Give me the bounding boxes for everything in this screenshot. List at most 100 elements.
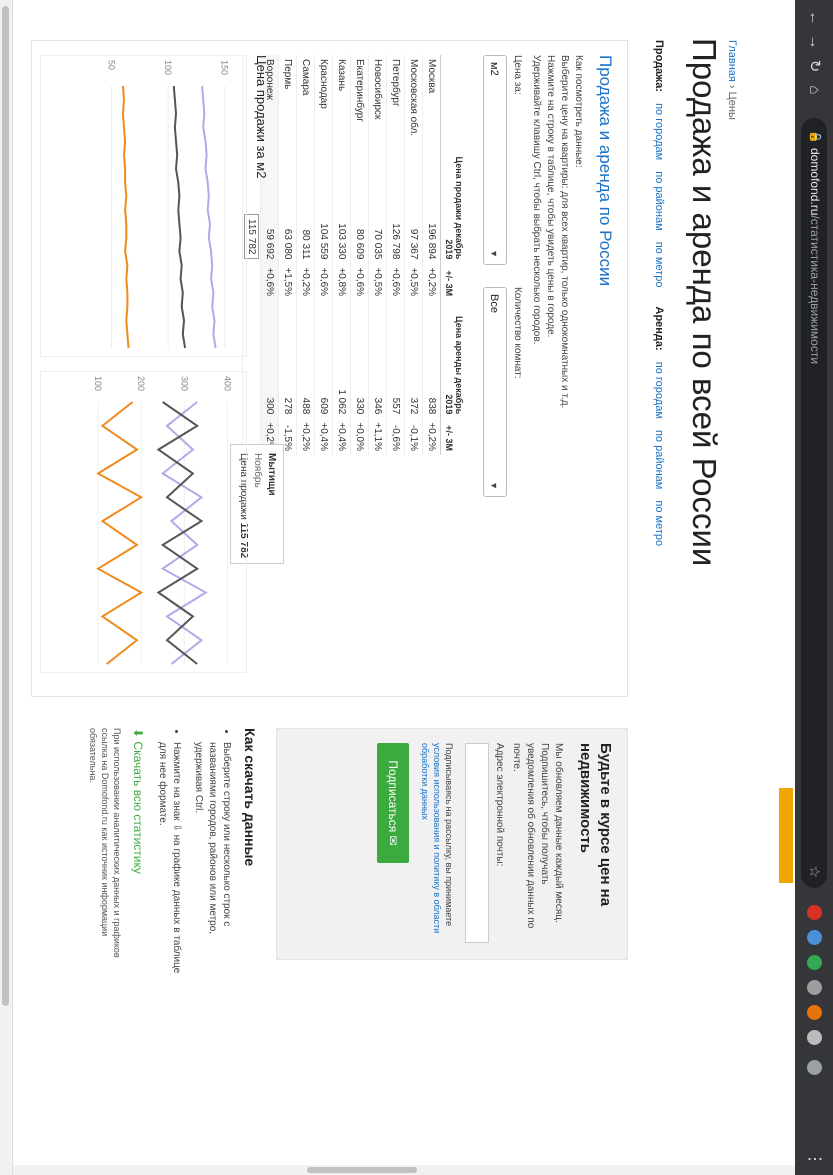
- download-icon: ⬇: [131, 728, 145, 739]
- vertical-scrollbar-thumb[interactable]: [2, 6, 9, 1006]
- table-cell-sale: 97 367: [404, 140, 423, 264]
- y-tick-label: 100: [163, 60, 173, 75]
- browser-menu-icon[interactable]: ⋮: [805, 1151, 825, 1167]
- desc-line: Нажмите на строку в таблице, чтобы увиде…: [545, 55, 556, 338]
- table-cell-sale: 80 311: [296, 140, 315, 264]
- profile-avatar[interactable]: [807, 1060, 822, 1075]
- desc-line: Как посмотреть данные:: [573, 55, 584, 168]
- email-field[interactable]: [465, 743, 489, 943]
- subscribe-button[interactable]: Подписаться ✉: [377, 743, 409, 863]
- extension-icon[interactable]: [807, 955, 822, 970]
- series-line-2: [121, 85, 130, 349]
- desc-line: Выберите цену на квартиры: для всех квар…: [559, 55, 570, 409]
- table-row[interactable]: Новосибирск 70 035 +0,5% 346 +1,1%: [368, 55, 387, 455]
- table-cell-sale-chg: +0,5%: [404, 263, 423, 301]
- download-title: Как скачать данные: [242, 728, 258, 867]
- table-row[interactable]: Екатеринбург 80 609 +0,6% 330 +0,0%: [350, 55, 369, 455]
- table-row[interactable]: Москва 196 894 +0,2% 838 +0,2%: [422, 55, 441, 455]
- table-cell-city: Петербург: [386, 55, 405, 141]
- table-cell-sale: 103 330: [332, 140, 351, 264]
- address-bar[interactable]: 🔒 domofond.ru/статистика-недвижимости ☆: [801, 118, 827, 888]
- table-row[interactable]: Петербург 126 798 +0,6% 557 -0,6%: [386, 55, 405, 455]
- back-icon[interactable]: ←: [804, 8, 824, 28]
- lock-icon: 🔒: [809, 130, 821, 144]
- table-row[interactable]: Московская обл. 97 367 +0,5% 372 -0,1%: [404, 55, 423, 455]
- table-cell-sale-chg: +0,6%: [386, 263, 405, 301]
- browser-window: ← → ↻ ⌂ 🔒 domofond.ru/статистика-недвижи…: [0, 0, 833, 1175]
- extension-icon[interactable]: [807, 980, 822, 995]
- reload-icon[interactable]: ↻: [804, 56, 824, 76]
- table-cell-sale: 104 559: [314, 140, 333, 264]
- table-cell-sale-chg: +0,8%: [332, 263, 351, 301]
- table-header-row: Цена продажи декабрь 2019 +/- 3М Цена ар…: [440, 55, 467, 455]
- subnav-sale-label: Продажа:: [653, 40, 665, 93]
- table-cell-city: Новосибирск: [368, 55, 387, 141]
- subscribe-panel: Будьте в курсе цен на недвижимость Мы об…: [276, 728, 628, 960]
- sale-price-chart[interactable]: 150 100 50: [40, 55, 247, 357]
- terms-link[interactable]: условия использования и политику в облас…: [420, 743, 442, 933]
- subnav-sale-cities-link[interactable]: по городам: [653, 103, 665, 160]
- rooms-select[interactable]: Все ▼: [483, 287, 507, 497]
- list-item: Нажмите на знак ⇩ на графике данных в та…: [155, 742, 183, 977]
- subscribe-title: Будьте в курсе цен на недвижимость: [577, 743, 614, 907]
- table-row[interactable]: Пермь 63 080 +1,5% 278 -1,5%: [278, 55, 297, 455]
- y-tick-label: 50: [107, 60, 117, 70]
- price-per-value: м2: [488, 62, 500, 76]
- rooms-label: Количество комнат:: [512, 287, 523, 379]
- tooltip-period: Ноябрь: [252, 453, 263, 488]
- subnav-sale-districts-link[interactable]: по районам: [653, 171, 665, 230]
- table-cell-city: Москва: [422, 55, 441, 141]
- table-row[interactable]: Казань 103 330 +0,8% 1 062 +0,4%: [332, 55, 351, 455]
- col-header-rent-change[interactable]: +/- 3М: [440, 418, 467, 455]
- y-tick-label: 100: [93, 376, 103, 391]
- y-tick-label: 300: [179, 376, 189, 391]
- price-per-label: Цена за:: [512, 55, 523, 95]
- forward-icon[interactable]: →: [804, 32, 824, 52]
- stats-card: Продажа и аренда по России Как посмотрет…: [31, 40, 628, 697]
- col-header-rent[interactable]: Цена аренды декабрь 2019: [440, 300, 467, 419]
- vertical-scrollbar[interactable]: [0, 0, 13, 1175]
- breadcrumb: Главная › Цены: [726, 40, 738, 120]
- table-cell-city: Московская обл.: [404, 55, 423, 141]
- subnav-rent-label: Аренда:: [653, 306, 665, 351]
- extension-icon[interactable]: [807, 905, 822, 920]
- table-cell-rent: 330: [350, 300, 369, 419]
- col-header-sale-change[interactable]: +/- 3М: [440, 263, 467, 301]
- card-title: Продажа и аренда по России: [596, 55, 615, 287]
- table-cell-rent-chg: +0,4%: [332, 418, 351, 455]
- rent-price-chart[interactable]: 400 300 200 100: [40, 371, 247, 673]
- table-cell-rent-chg: -0,6%: [386, 418, 405, 455]
- email-label: Адрес электронной почты:: [494, 743, 505, 867]
- table-cell-sale: 70 035: [368, 140, 387, 264]
- subnav-rent-cities-link[interactable]: по городам: [653, 362, 665, 419]
- price-table: Цена продажи декабрь 2019 +/- 3М Цена ар…: [242, 55, 467, 455]
- notification-strip: [779, 788, 793, 883]
- browser-toolbar: ← → ↻ ⌂ 🔒 domofond.ru/статистика-недвижи…: [795, 0, 833, 1175]
- address-url: domofond.ru/статистика-недвижимости: [808, 148, 822, 365]
- subnav: Продажа: по городам по районам по метро …: [653, 40, 665, 554]
- bookmark-star-icon[interactable]: ☆: [806, 865, 823, 878]
- breadcrumb-separator: ›: [726, 81, 738, 92]
- table-row[interactable]: Самара 80 311 +0,2% 488 +0,2%: [296, 55, 315, 455]
- subscribe-text: Мы обновляем данные каждый месяц. Подпиш…: [511, 743, 564, 929]
- extension-icon[interactable]: [807, 930, 822, 945]
- extension-icon[interactable]: [807, 1030, 822, 1045]
- page-title: Продажа и аренда по всей России: [686, 38, 723, 567]
- col-header-sale[interactable]: Цена продажи декабрь 2019: [440, 140, 467, 264]
- subnav-rent-metro-link[interactable]: по метро: [653, 500, 665, 546]
- table-row[interactable]: Краснодар 104 559 +0,6% 609 +0,4%: [314, 55, 333, 455]
- table-cell-rent-chg: -0,1%: [404, 418, 423, 455]
- page-scrollbar-thumb[interactable]: [307, 1167, 417, 1173]
- download-all-link[interactable]: ⬇ Скачать всю статистику: [131, 728, 145, 874]
- extension-icon[interactable]: [807, 1005, 822, 1020]
- home-icon[interactable]: ⌂: [804, 80, 824, 100]
- table-cell-rent: 300: [260, 300, 279, 419]
- table-cell-rent-chg: +0,2%: [422, 418, 441, 455]
- series-line-2: [96, 401, 144, 665]
- chevron-down-icon: ▼: [489, 481, 499, 490]
- breadcrumb-home-link[interactable]: Главная: [726, 40, 738, 82]
- subnav-sale-metro-link[interactable]: по метро: [653, 242, 665, 288]
- y-tick-label: 200: [136, 376, 146, 391]
- subnav-rent-districts-link[interactable]: по районам: [653, 430, 665, 489]
- price-per-select[interactable]: м2 ▼: [483, 55, 507, 265]
